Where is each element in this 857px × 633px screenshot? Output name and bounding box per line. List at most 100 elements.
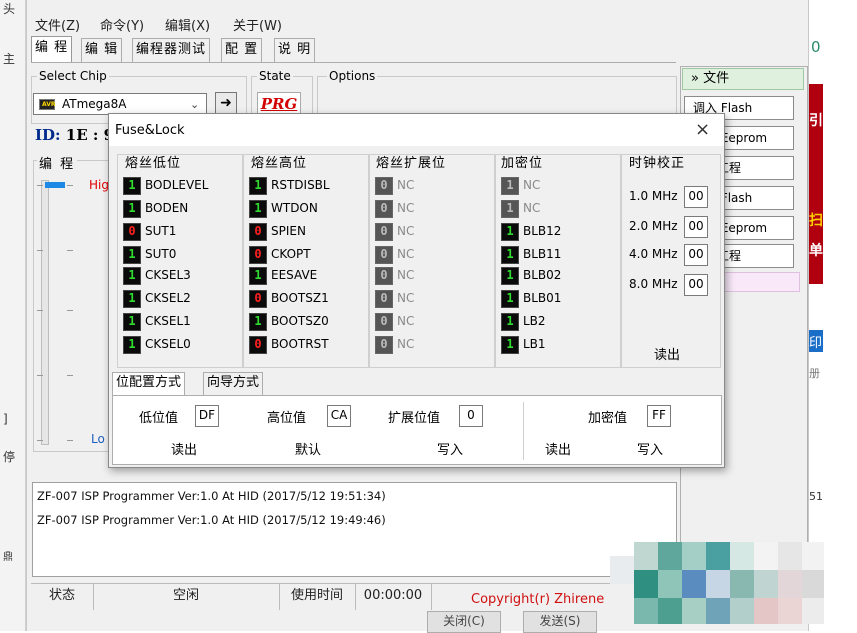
fuse-bit-toggle[interactable]: 0 (375, 223, 393, 241)
close-button[interactable]: 关闭(C) (427, 611, 501, 633)
tab-programmer-test[interactable]: 编程器测试 (132, 38, 211, 63)
log-output[interactable]: ZF-007 ISP Programmer Ver:1.0 At HID (20… (32, 482, 677, 577)
lock-read-button[interactable]: 读出 (545, 439, 571, 458)
bg-char: 鼎 (3, 552, 13, 563)
fuse-bit-toggle[interactable]: 0 (375, 313, 393, 331)
fuse-bit-toggle[interactable]: 1 (501, 267, 519, 285)
fuse-high-title: 熔丝高位 (251, 156, 308, 171)
fuse-bit-toggle[interactable]: 0 (375, 177, 393, 195)
fuse-bit-toggle[interactable]: 1 (501, 336, 519, 354)
slider-tick (67, 310, 73, 311)
fuse-bit-name: NC (397, 201, 415, 215)
progress-slider-track[interactable] (41, 180, 49, 445)
fuse-bit-name: BLB01 (523, 291, 562, 305)
fuse-bit-toggle[interactable]: 0 (375, 267, 393, 285)
fuse-read-button[interactable]: 读出 (171, 439, 197, 458)
fuse-bit-name: WTDON (271, 201, 318, 215)
lock-value-input[interactable]: FF (647, 405, 671, 427)
slider-tick (37, 440, 43, 441)
fuse-write-button[interactable]: 写入 (437, 439, 463, 458)
fuse-bit-row: 1 BLB11 (501, 245, 613, 264)
tab-help[interactable]: 说 明 (274, 38, 316, 63)
tab-edit[interactable]: 编 辑 (81, 38, 123, 63)
fuse-bit-name: RSTDISBL (271, 178, 330, 192)
fuse-bit-toggle[interactable]: 1 (123, 267, 141, 285)
tab-wizard[interactable]: 向导方式 (203, 372, 264, 395)
progress-slider-thumb[interactable] (45, 182, 65, 188)
fuse-bit-toggle[interactable]: 0 (375, 200, 393, 218)
fuse-bit-toggle[interactable]: 0 (249, 246, 267, 264)
fuse-bit-toggle[interactable]: 1 (123, 336, 141, 354)
copyright-text: Copyright(r) Zhirene (471, 592, 605, 607)
low-value-input[interactable]: DF (195, 405, 219, 427)
fuse-default-button[interactable]: 默认 (295, 439, 321, 458)
fuse-lock-dialog: Fuse&Lock × 熔丝低位 熔丝高位 熔丝扩展位 加密位 时钟校正 1 BO… (108, 113, 725, 468)
menu-about[interactable]: 关于(W) (233, 15, 282, 34)
lock-write-button[interactable]: 写入 (637, 439, 663, 458)
fuse-bit-toggle[interactable]: 0 (375, 290, 393, 308)
fuse-values-panel: 低位值 DF 高位值 CA 扩展位值 0 加密值 FF 读出 默认 写入 读出 … (112, 395, 722, 465)
fuse-bit-toggle[interactable]: 1 (123, 246, 141, 264)
fuse-bit-toggle[interactable]: 1 (123, 290, 141, 308)
fuse-bit-name: SUT1 (145, 224, 177, 238)
fuse-bit-toggle[interactable]: 1 (123, 313, 141, 331)
fuse-bit-toggle[interactable]: 0 (123, 223, 141, 241)
fuse-bit-name: NC (397, 224, 415, 238)
menu-edit[interactable]: 编辑(X) (165, 15, 210, 34)
select-chip-label: Select Chip (37, 69, 109, 83)
clock-value-input[interactable]: 00 (684, 216, 708, 238)
fuse-bit-name: CKOPT (271, 247, 311, 261)
fuse-bit-name: CKSEL3 (145, 268, 191, 282)
pixelated-region (610, 528, 830, 631)
load-chip-button[interactable]: ➜ (215, 92, 237, 114)
ext-value-input[interactable]: 0 (459, 405, 483, 427)
fuse-bit-row: 0 SUT1 (123, 222, 235, 241)
fuse-bit-row: 0 NC (375, 199, 487, 218)
fuse-bit-toggle[interactable]: 0 (249, 290, 267, 308)
fuse-bit-row: 0 NC (375, 222, 487, 241)
fuse-bit-name: BLB11 (523, 247, 562, 261)
high-value-input[interactable]: CA (327, 405, 351, 427)
clock-calib-title: 时钟校正 (629, 156, 686, 171)
tab-bit-config[interactable]: 位配置方式 (112, 372, 186, 395)
clock-value-input[interactable]: 00 (684, 244, 708, 266)
fuse-bit-toggle[interactable]: 1 (501, 223, 519, 241)
file-panel-header[interactable]: » 文件 (682, 68, 804, 90)
fuse-bit-toggle[interactable]: 0 (249, 223, 267, 241)
menu-file[interactable]: 文件(Z) (35, 15, 80, 34)
fuse-bit-toggle[interactable]: 1 (249, 313, 267, 331)
fuse-bit-row: 1 CKSEL2 (123, 289, 235, 308)
fuse-bit-toggle[interactable]: 1 (501, 177, 519, 195)
fuse-bit-row: 1 RSTDISBL (249, 176, 361, 195)
fuse-bit-toggle[interactable]: 0 (375, 246, 393, 264)
send-button[interactable]: 发送(S) (523, 611, 597, 633)
fuse-bit-toggle[interactable]: 1 (249, 177, 267, 195)
fuse-bit-toggle[interactable]: 1 (249, 267, 267, 285)
dialog-title-bar[interactable]: Fuse&Lock × (109, 114, 724, 146)
close-icon[interactable]: × (695, 119, 710, 140)
fuse-bit-toggle[interactable]: 1 (501, 200, 519, 218)
chevron-down-icon[interactable]: ⌄ (190, 98, 199, 111)
options-label: Options (327, 69, 378, 83)
clock-value-input[interactable]: 00 (684, 274, 708, 296)
low-value-label: 低位值 (139, 411, 179, 426)
fuse-bit-toggle[interactable]: 1 (501, 290, 519, 308)
tab-program[interactable]: 编 程 (31, 36, 73, 63)
slider-tick (67, 185, 73, 186)
fuse-bit-toggle[interactable]: 1 (123, 177, 141, 195)
fuse-bit-toggle[interactable]: 1 (249, 200, 267, 218)
fuse-bit-toggle[interactable]: 0 (375, 336, 393, 354)
fuse-bit-toggle[interactable]: 1 (501, 246, 519, 264)
fuse-bit-name: NC (397, 314, 415, 328)
fuse-bit-toggle[interactable]: 1 (501, 313, 519, 331)
low-label: Lo (91, 432, 105, 446)
fuse-bit-toggle[interactable]: 1 (123, 200, 141, 218)
menu-command[interactable]: 命令(Y) (100, 15, 144, 34)
clock-value-input[interactable]: 00 (684, 186, 708, 208)
clock-read-button[interactable]: 读出 (654, 344, 680, 363)
fuse-bit-toggle[interactable]: 0 (249, 336, 267, 354)
chip-select[interactable]: AVR ATmega8A ⌄ (33, 93, 207, 115)
fuse-bit-name: BLB12 (523, 224, 562, 238)
tab-config[interactable]: 配 置 (221, 38, 263, 63)
chevron-double-down-icon: » (691, 71, 699, 86)
